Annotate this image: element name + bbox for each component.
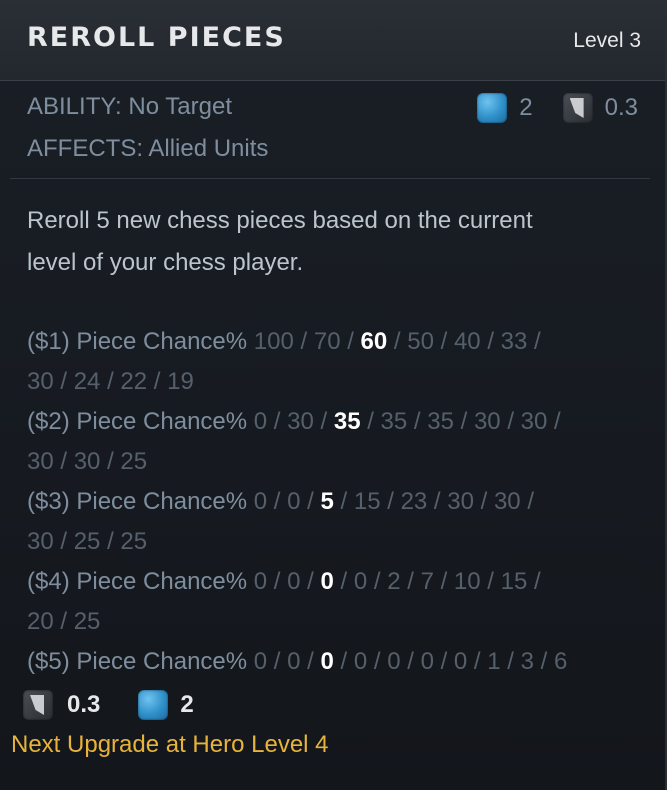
footer-cooldown-value: 0.3 [67, 691, 101, 718]
mana-icon [138, 690, 169, 720]
scaling-label: ($1) Piece Chance% [27, 328, 248, 355]
ability-tooltip: REROLL PIECES Level 3 ABILITY: No Target… [0, 0, 667, 790]
scaling-values: 100 / 70 / [247, 328, 361, 355]
divider [10, 178, 650, 179]
scaling-values-cont: 20 / 25 [27, 608, 101, 635]
scaling-row-5: ($5) Piece Chance% 0 / 0 / 0 / 0 / 0 / 0… [27, 642, 647, 682]
next-upgrade-text: Next Upgrade at Hero Level 4 [11, 731, 329, 758]
scaling-values: / 35 / 35 / 30 / 30 / [360, 408, 561, 435]
scaling-values-cont: 30 / 25 / 25 [27, 528, 148, 555]
scaling-values: / 0 / 2 / 7 / 10 / 15 / [333, 568, 541, 595]
scaling-current-value: 0 [320, 648, 334, 675]
cost-row: 2 0.3 [477, 93, 638, 123]
scaling-values: 0 / 30 / [247, 408, 334, 435]
footer-mana-value: 2 [180, 691, 194, 718]
scaling-current-value: 60 [360, 328, 388, 355]
scaling-current-value: 0 [320, 568, 334, 595]
scaling-values: / 15 / 23 / 30 / 30 / [333, 488, 534, 515]
scaling-row-3: ($3) Piece Chance% 0 / 0 / 5 / 15 / 23 /… [27, 482, 647, 562]
scaling-label: ($3) Piece Chance% [27, 488, 248, 515]
ability-type: ABILITY: No Target [27, 93, 232, 120]
scaling-label: ($5) Piece Chance% [27, 648, 248, 675]
scaling-values: 0 / 0 / [247, 648, 321, 675]
mana-icon [477, 93, 508, 123]
ability-title: REROLL PIECES [27, 22, 286, 53]
ability-description: Reroll 5 new chess pieces based on the c… [27, 200, 627, 284]
scaling-current-value: 5 [320, 488, 334, 515]
scaling-values: / 50 / 40 / 33 / [387, 328, 541, 355]
scaling-values: 0 / 0 / [247, 568, 321, 595]
cooldown-value: 0.3 [604, 94, 638, 121]
scaling-values: / 0 / 0 / 0 / 0 / 1 / 3 / 6 [333, 648, 568, 675]
tooltip-header: REROLL PIECES Level 3 [0, 0, 665, 81]
ability-level: Level 3 [573, 29, 641, 52]
mana-cost-value: 2 [519, 94, 533, 121]
scaling-current-value: 35 [333, 408, 361, 435]
ability-affects: AFFECTS: Allied Units [27, 135, 269, 162]
scaling-values: 0 / 0 / [247, 488, 321, 515]
scaling-row-1: ($1) Piece Chance% 100 / 70 / 60 / 50 / … [27, 322, 647, 402]
scaling-row-4: ($4) Piece Chance% 0 / 0 / 0 / 0 / 2 / 7… [27, 562, 647, 642]
description-line: Reroll 5 new chess pieces based on the c… [27, 207, 533, 234]
footer-cost-row: 0.3 2 [23, 690, 194, 720]
scaling-values-cont: 30 / 30 / 25 [27, 448, 148, 475]
cooldown-icon [23, 690, 53, 720]
scaling-values-cont: 30 / 24 / 22 / 19 [27, 368, 194, 395]
scaling-label: ($4) Piece Chance% [27, 568, 248, 595]
description-line: level of your chess player. [27, 249, 304, 276]
scaling-label: ($2) Piece Chance% [27, 408, 248, 435]
scaling-row-2: ($2) Piece Chance% 0 / 30 / 35 / 35 / 35… [27, 402, 647, 482]
cooldown-icon [562, 93, 593, 123]
